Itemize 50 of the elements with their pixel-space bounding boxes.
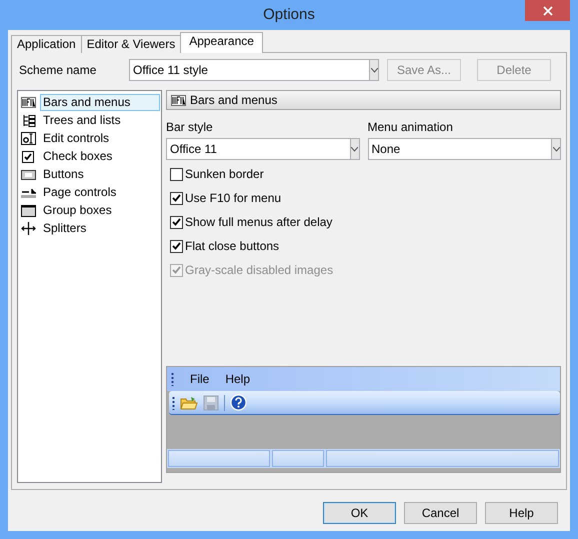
file-menu-icon xyxy=(171,94,186,108)
checkbox-label: Sunken border xyxy=(185,166,264,183)
tab[interactable]: Application xyxy=(11,35,82,53)
checkbox[interactable] xyxy=(170,192,183,204)
checkbox[interactable] xyxy=(170,216,183,228)
help-icon[interactable] xyxy=(230,394,247,411)
field-label: Bar style xyxy=(166,119,213,134)
close-icon xyxy=(542,6,552,16)
dialog-button[interactable]: Cancel xyxy=(404,502,477,524)
window-title: Options xyxy=(263,6,315,23)
dropdown-field[interactable]: None xyxy=(368,138,561,160)
field-label: Menu animation xyxy=(368,119,453,134)
list-item[interactable]: Edit controls xyxy=(40,130,112,146)
tree-icon xyxy=(21,114,36,126)
list-item[interactable]: Group boxes xyxy=(40,202,115,218)
grip-icon xyxy=(172,396,175,410)
list-item[interactable]: Bars and menus xyxy=(40,94,160,110)
dialog-button[interactable]: Help xyxy=(485,502,558,524)
group-box-icon xyxy=(21,204,36,216)
text-cursor-icon xyxy=(21,132,36,144)
chevron-down-icon xyxy=(552,146,560,152)
checkbox-label: Use F10 for menu xyxy=(185,190,282,207)
list-item[interactable]: Trees and lists xyxy=(40,112,124,128)
checkbox-label: Show full menus after delay xyxy=(185,214,332,231)
chevron-down-icon xyxy=(351,146,358,152)
checkbox-label: Gray-scale disabled images xyxy=(185,262,334,279)
scheme-dropdown[interactable]: Office 11 style xyxy=(129,59,379,81)
list-item[interactable]: Page controls xyxy=(40,184,120,200)
grip-icon xyxy=(171,372,174,386)
scheme-label: Scheme name xyxy=(18,62,98,79)
dropdown-field[interactable]: Office 11 xyxy=(166,138,360,160)
splitter-icon xyxy=(21,222,36,234)
checkbox-icon xyxy=(21,150,36,162)
list-item[interactable]: Splitters xyxy=(40,220,90,236)
menu-item[interactable]: Help xyxy=(225,370,250,388)
folder-icon[interactable] xyxy=(180,394,198,410)
menu-item[interactable]: File xyxy=(190,370,210,388)
file-menu-icon xyxy=(21,96,36,108)
checkbox-label: Flat close buttons xyxy=(185,238,280,255)
list-item[interactable]: Check boxes xyxy=(40,148,116,164)
list-item[interactable]: Buttons xyxy=(40,166,87,182)
panel-title: Bars and menus xyxy=(190,92,278,109)
dialog-button[interactable]: OK xyxy=(323,502,396,524)
chevron-down-icon xyxy=(370,68,378,72)
checkbox[interactable] xyxy=(170,240,183,252)
tab[interactable]: Appearance xyxy=(180,32,263,53)
tab[interactable]: Editor & Viewers xyxy=(80,35,182,53)
checkbox[interactable] xyxy=(170,168,183,180)
ok-button-icon xyxy=(21,168,36,180)
close-button[interactable] xyxy=(525,0,570,21)
